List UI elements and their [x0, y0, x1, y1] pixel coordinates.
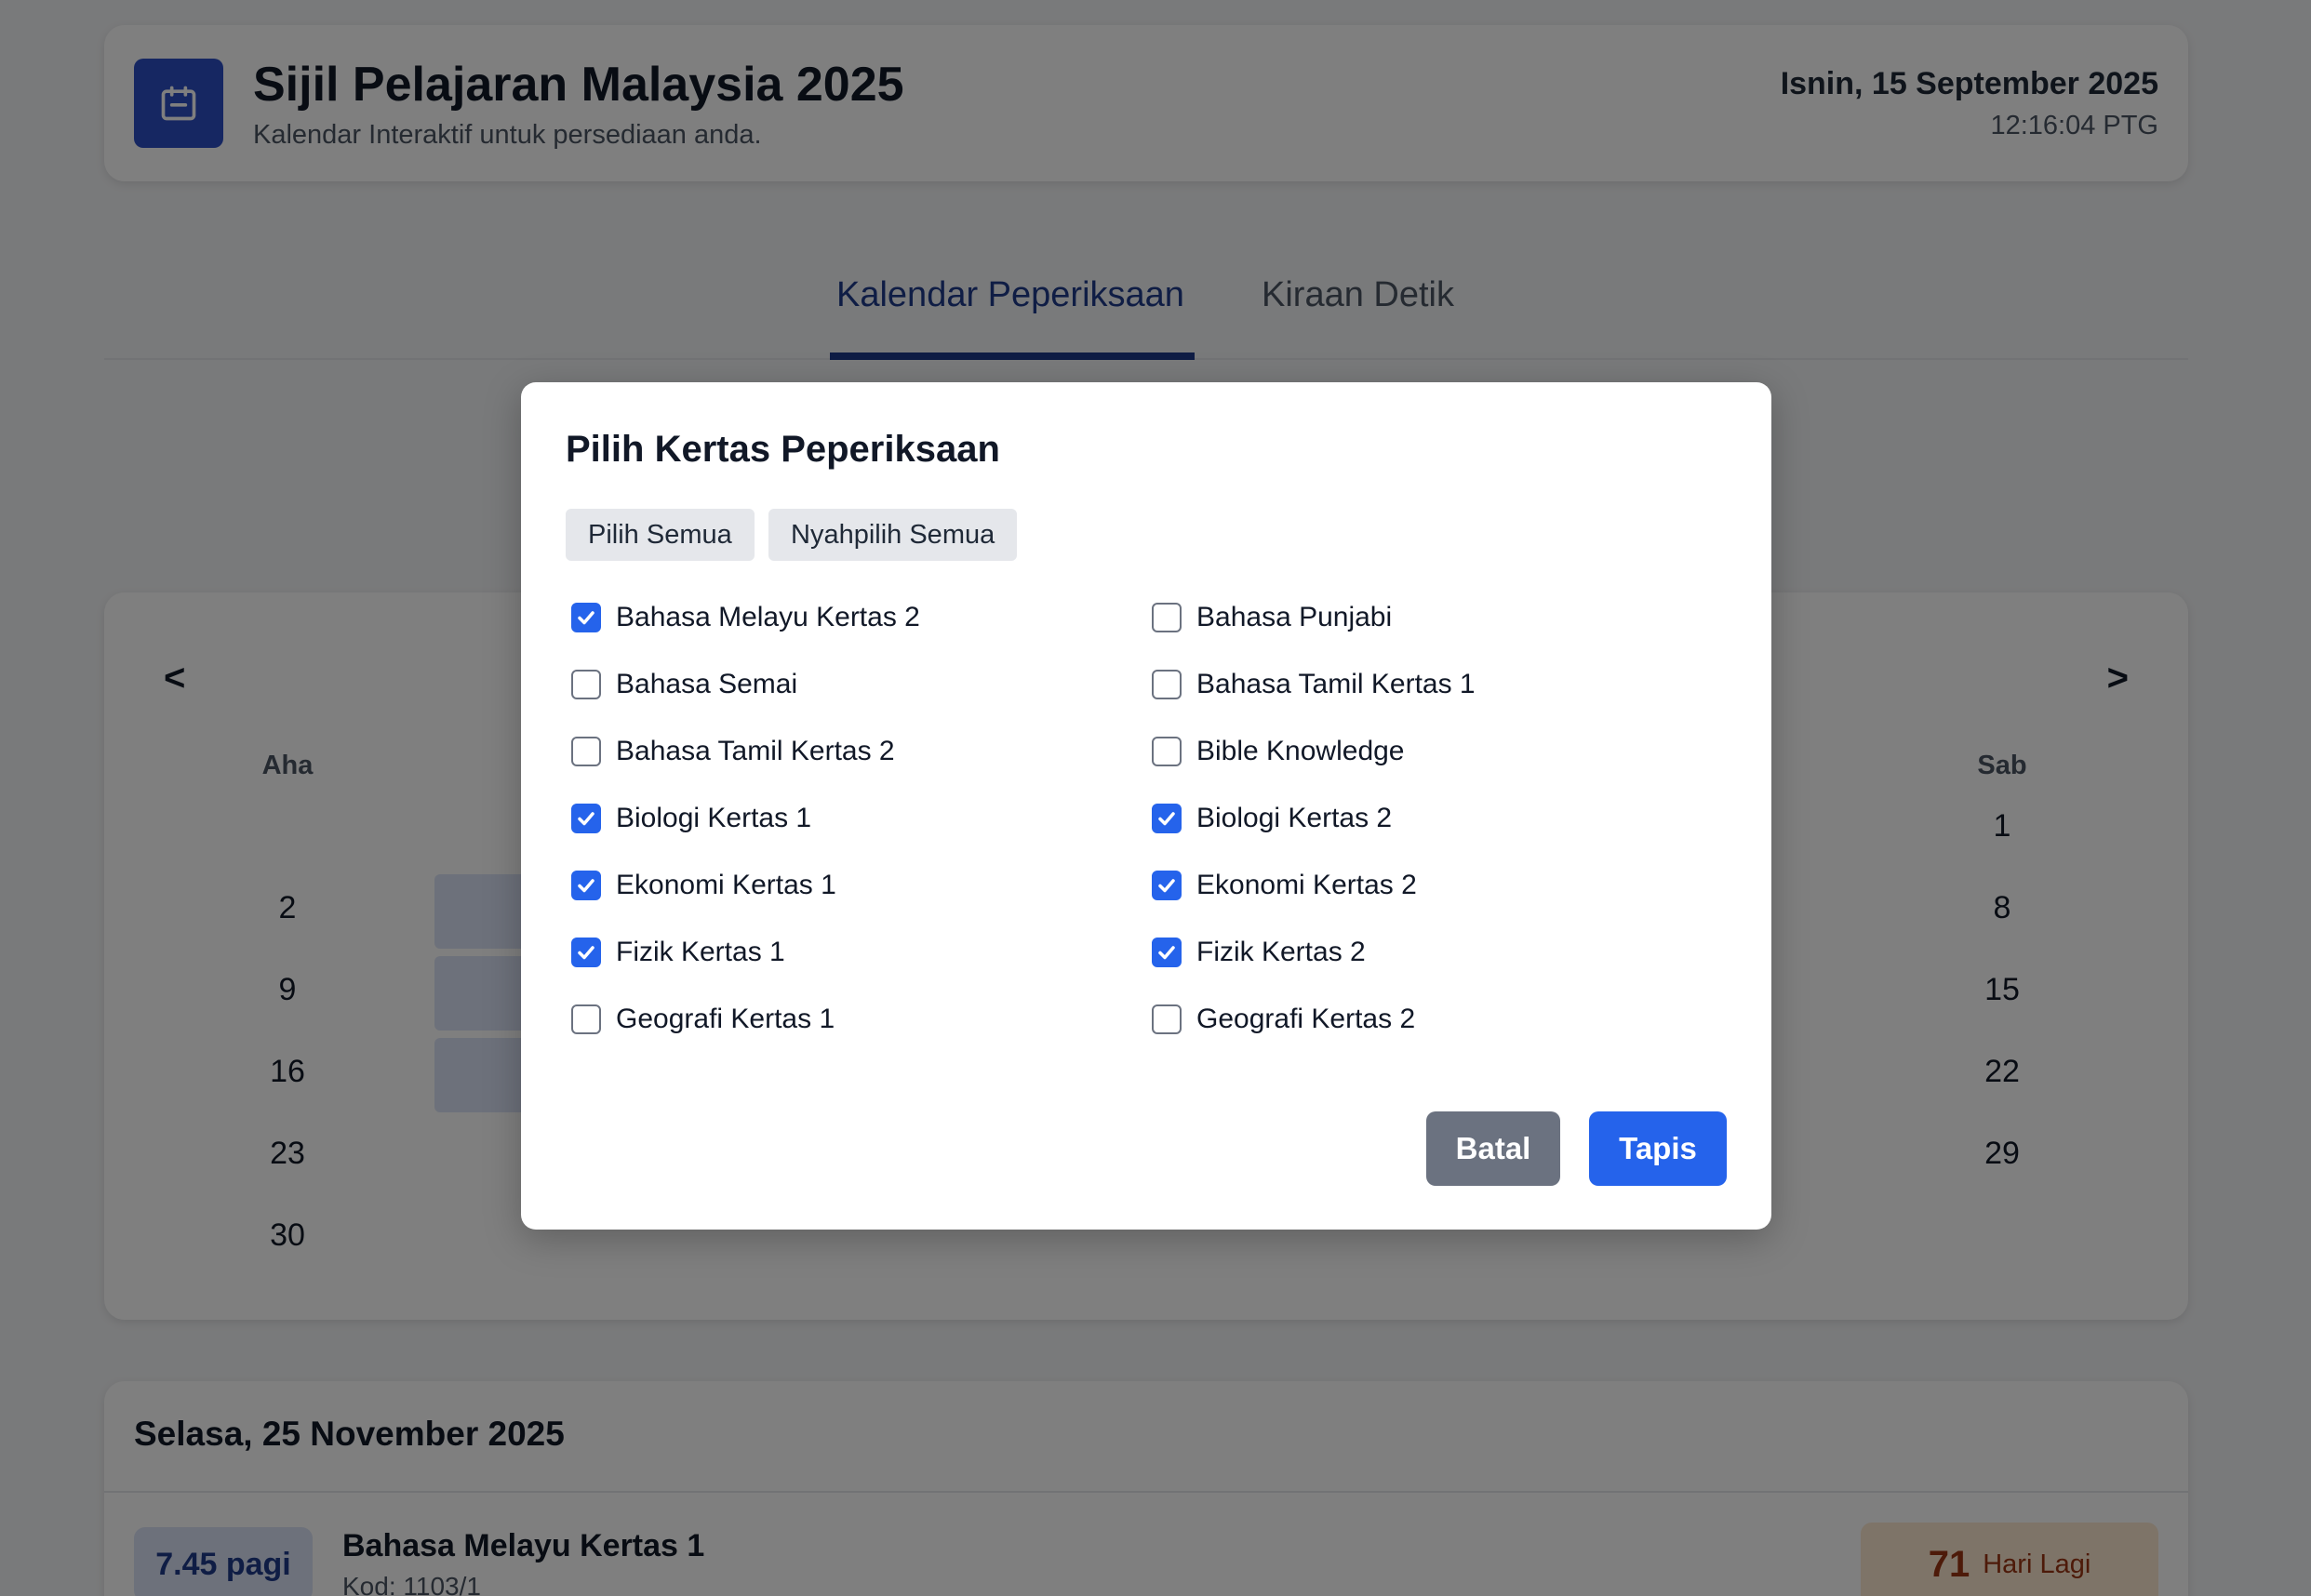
exam-option[interactable]: Bahasa Tamil Kertas 1 — [1152, 666, 1476, 703]
exam-option-label: Bahasa Tamil Kertas 1 — [1196, 669, 1476, 699]
exam-option-label: Fizik Kertas 2 — [1196, 937, 1366, 967]
exam-option[interactable]: Biologi Kertas 2 — [1152, 800, 1392, 837]
exam-option[interactable]: Bahasa Punjabi — [1152, 599, 1392, 636]
check-icon — [578, 879, 594, 893]
select-all-button[interactable]: Pilih Semua — [566, 509, 755, 561]
exam-option[interactable]: Bahasa Melayu Kertas 2 — [571, 599, 920, 636]
deselect-all-button[interactable]: Nyahpilih Semua — [768, 509, 1018, 561]
exam-option[interactable]: Fizik Kertas 1 — [571, 934, 785, 971]
checkbox-unchecked[interactable] — [1152, 603, 1182, 632]
exam-option-label: Biologi Kertas 2 — [1196, 803, 1393, 833]
exam-option-label: Geografi Kertas 2 — [1196, 1004, 1416, 1034]
checkbox-unchecked[interactable] — [571, 737, 601, 766]
exam-filter-modal: Pilih Kertas Peperiksaan Pilih Semua Nya… — [521, 382, 1771, 1230]
checkbox-checked[interactable] — [1152, 804, 1182, 833]
exam-option-label: Bahasa Punjabi — [1196, 602, 1393, 632]
checkbox-unchecked[interactable] — [571, 670, 601, 699]
exam-option-label: Bible Knowledge — [1196, 736, 1405, 766]
check-icon — [1158, 879, 1175, 893]
exam-option[interactable]: Bible Knowledge — [1152, 733, 1405, 770]
exam-option[interactable]: Ekonomi Kertas 1 — [571, 867, 836, 904]
exam-option[interactable]: Geografi Kertas 2 — [1152, 1001, 1415, 1038]
exam-option[interactable]: Ekonomi Kertas 2 — [1152, 867, 1417, 904]
exam-option-label: Bahasa Semai — [616, 669, 798, 699]
exam-option-label: Ekonomi Kertas 2 — [1196, 870, 1417, 900]
modal-title: Pilih Kertas Peperiksaan — [566, 429, 1000, 470]
checkbox-unchecked[interactable] — [1152, 670, 1182, 699]
check-icon — [1158, 946, 1175, 960]
checkbox-checked[interactable] — [571, 938, 601, 967]
check-icon — [578, 611, 594, 625]
exam-option[interactable]: Geografi Kertas 1 — [571, 1001, 835, 1038]
checkbox-checked[interactable] — [571, 871, 601, 900]
exam-option-label: Biologi Kertas 1 — [616, 803, 812, 833]
exam-option[interactable]: Fizik Kertas 2 — [1152, 934, 1366, 971]
checkbox-checked[interactable] — [1152, 938, 1182, 967]
checkbox-checked[interactable] — [1152, 871, 1182, 900]
exam-option-label: Geografi Kertas 1 — [616, 1004, 835, 1034]
exam-option[interactable]: Bahasa Semai — [571, 666, 797, 703]
checkbox-unchecked[interactable] — [1152, 1004, 1182, 1034]
apply-filter-button[interactable]: Tapis — [1589, 1111, 1727, 1186]
exam-option-label: Ekonomi Kertas 1 — [616, 870, 836, 900]
exam-option[interactable]: Biologi Kertas 1 — [571, 800, 811, 837]
check-icon — [1158, 812, 1175, 826]
exam-option-label: Bahasa Melayu Kertas 2 — [616, 602, 920, 632]
checkbox-checked[interactable] — [571, 804, 601, 833]
exam-option-label: Bahasa Tamil Kertas 2 — [616, 736, 895, 766]
checkbox-unchecked[interactable] — [571, 1004, 601, 1034]
checkbox-checked[interactable] — [571, 603, 601, 632]
checkbox-unchecked[interactable] — [1152, 737, 1182, 766]
check-icon — [578, 812, 594, 826]
exam-option-label: Fizik Kertas 1 — [616, 937, 785, 967]
check-icon — [578, 946, 594, 960]
exam-option[interactable]: Bahasa Tamil Kertas 2 — [571, 733, 895, 770]
cancel-button[interactable]: Batal — [1426, 1111, 1560, 1186]
